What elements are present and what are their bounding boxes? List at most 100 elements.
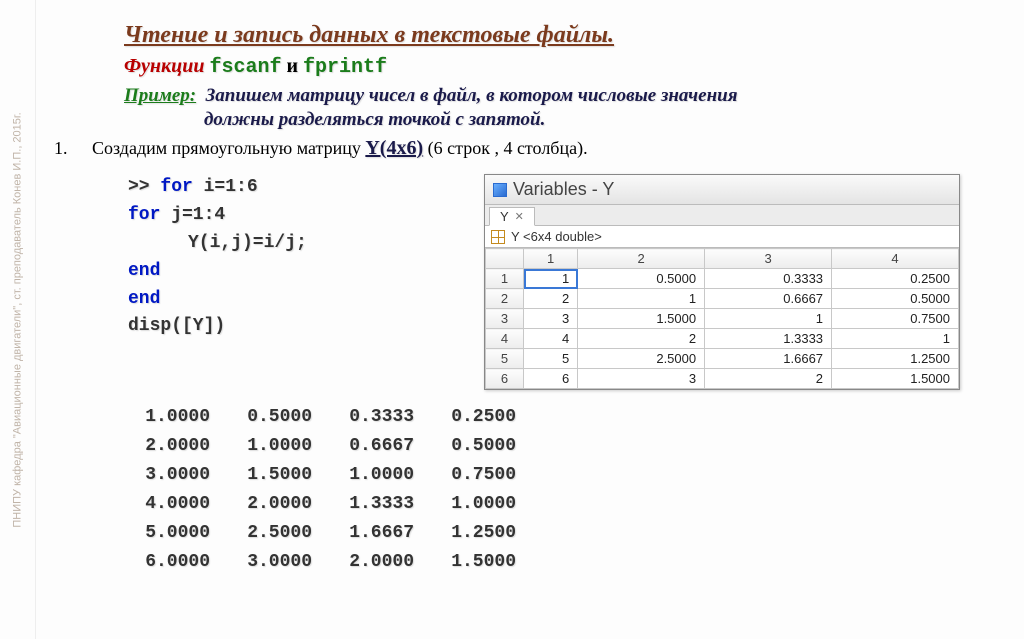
output-row: 2.00001.00000.66670.5000 xyxy=(136,433,542,460)
output-cell: 0.7500 xyxy=(442,462,542,489)
example-text-2: должны разделяться точкой с запятой. xyxy=(124,109,984,131)
example-text-1: Запишем матрицу чисел в файл, в котором … xyxy=(206,85,738,106)
row-header[interactable]: 4 xyxy=(486,329,524,349)
output-cell: 0.6667 xyxy=(340,433,440,460)
output-cell: 2.5000 xyxy=(238,520,338,547)
output-cell: 1.5000 xyxy=(442,549,542,576)
cell[interactable]: 5 xyxy=(524,349,578,369)
cell[interactable]: 0.3333 xyxy=(705,269,832,289)
output-cell: 0.2500 xyxy=(442,404,542,431)
variable-description: Y <6x4 double> xyxy=(485,226,959,248)
slide-content: Чтение и запись данных в текстовые файлы… xyxy=(44,0,1024,578)
cell[interactable]: 4 xyxy=(524,329,578,349)
output-matrix: 1.00000.50000.33330.25002.00001.00000.66… xyxy=(134,402,544,578)
close-icon[interactable]: ✕ xyxy=(515,210,524,223)
table-row: 331.500010.7500 xyxy=(486,309,959,329)
row-header[interactable]: 1 xyxy=(486,269,524,289)
cell[interactable]: 3 xyxy=(578,369,705,389)
cell[interactable]: 1 xyxy=(524,269,578,289)
row-header[interactable]: 2 xyxy=(486,289,524,309)
window-title-text: Variables - Y xyxy=(513,179,614,200)
step-number: 1. xyxy=(54,138,68,158)
output-row: 4.00002.00001.33331.0000 xyxy=(136,491,542,518)
example-label: Пример: xyxy=(124,85,196,106)
code-l2b: j=1:4 xyxy=(160,205,225,225)
cell[interactable]: 0.5000 xyxy=(832,289,959,309)
output-cell: 2.0000 xyxy=(136,433,236,460)
cell[interactable]: 1 xyxy=(578,289,705,309)
tab-y[interactable]: Y ✕ xyxy=(489,207,535,226)
variable-desc-text: Y <6x4 double> xyxy=(511,229,602,244)
kw-for-1: for xyxy=(160,177,192,197)
output-cell: 0.3333 xyxy=(340,404,440,431)
cell[interactable]: 1.6667 xyxy=(705,349,832,369)
cell[interactable]: 2 xyxy=(524,289,578,309)
col-header[interactable]: 2 xyxy=(578,249,705,269)
cell[interactable]: 0.5000 xyxy=(578,269,705,289)
cell[interactable]: 0.6667 xyxy=(705,289,832,309)
output-row: 3.00001.50001.00000.7500 xyxy=(136,462,542,489)
cell[interactable]: 1.3333 xyxy=(705,329,832,349)
func-fprintf: fprintf xyxy=(303,56,387,79)
cell[interactable]: 2.5000 xyxy=(578,349,705,369)
code-disp: disp([Y]) xyxy=(128,316,225,336)
kw-end-2: end xyxy=(128,289,160,309)
output-cell: 3.0000 xyxy=(136,462,236,489)
output-cell: 3.0000 xyxy=(238,549,338,576)
example-line: Пример: Запишем матрицу чисел в файл, в … xyxy=(124,85,984,107)
output-cell: 2.0000 xyxy=(238,491,338,518)
cell[interactable]: 1 xyxy=(705,309,832,329)
matrix-name: Y(4x6) xyxy=(365,137,423,159)
window-titlebar[interactable]: Variables - Y xyxy=(485,175,959,205)
step-text-b: (6 строк , 4 столбца). xyxy=(428,138,588,158)
output-row: 5.00002.50001.66671.2500 xyxy=(136,520,542,547)
output-cell: 1.2500 xyxy=(442,520,542,547)
cell[interactable]: 1 xyxy=(832,329,959,349)
output-row: 6.00003.00002.00001.5000 xyxy=(136,549,542,576)
output-cell: 1.3333 xyxy=(340,491,440,518)
output-cell: 1.0000 xyxy=(136,404,236,431)
cell[interactable]: 2 xyxy=(705,369,832,389)
output-cell: 1.0000 xyxy=(238,433,338,460)
step-1: 1. Создадим прямоугольную матрицу Y(4x6)… xyxy=(54,137,984,160)
col-header[interactable]: 4 xyxy=(832,249,959,269)
output-cell: 1.6667 xyxy=(340,520,440,547)
cell[interactable]: 0.2500 xyxy=(832,269,959,289)
tab-label: Y xyxy=(500,209,509,224)
table-row: 66321.5000 xyxy=(486,369,959,389)
sidebar: ПНИПУ кафедра "Авиационные двигатели", с… xyxy=(0,0,36,639)
cell[interactable]: 2 xyxy=(578,329,705,349)
cell[interactable]: 6 xyxy=(524,369,578,389)
col-header[interactable]: 3 xyxy=(705,249,832,269)
col-header[interactable]: 1 xyxy=(524,249,578,269)
row-header[interactable]: 6 xyxy=(486,369,524,389)
functions-line: Функции fscanf и fprintf xyxy=(124,55,984,79)
table-row: 110.50000.33330.2500 xyxy=(486,269,959,289)
code-prompt: >> xyxy=(128,177,160,197)
output-cell: 6.0000 xyxy=(136,549,236,576)
cell[interactable]: 1.5000 xyxy=(578,309,705,329)
func-fscanf: fscanf xyxy=(210,56,282,79)
tab-row: Y ✕ xyxy=(485,205,959,226)
row-header[interactable]: 5 xyxy=(486,349,524,369)
output-cell: 4.0000 xyxy=(136,491,236,518)
cell[interactable]: 3 xyxy=(524,309,578,329)
page-title: Чтение и запись данных в текстовые файлы… xyxy=(124,22,984,49)
step-text-a: Создадим прямоугольную матрицу xyxy=(92,138,365,158)
kw-end-1: end xyxy=(128,261,160,281)
output-cell: 0.5000 xyxy=(238,404,338,431)
variable-table[interactable]: 1234 110.50000.33330.25002210.66670.5000… xyxy=(485,248,959,389)
cell[interactable]: 0.7500 xyxy=(832,309,959,329)
code-l3: Y(i,j)=i/j; xyxy=(188,233,307,253)
cell[interactable]: 1.2500 xyxy=(832,349,959,369)
output-cell: 0.5000 xyxy=(442,433,542,460)
code-l1c: i=1:6 xyxy=(193,177,258,197)
output-row: 1.00000.50000.33330.2500 xyxy=(136,404,542,431)
row-header[interactable]: 3 xyxy=(486,309,524,329)
table-row: 552.50001.66671.2500 xyxy=(486,349,959,369)
table-row: 4421.33331 xyxy=(486,329,959,349)
cell[interactable]: 1.5000 xyxy=(832,369,959,389)
sidebar-caption: ПНИПУ кафедра "Авиационные двигатели", с… xyxy=(12,112,24,527)
output-cell: 1.0000 xyxy=(442,491,542,518)
corner-cell xyxy=(486,249,524,269)
